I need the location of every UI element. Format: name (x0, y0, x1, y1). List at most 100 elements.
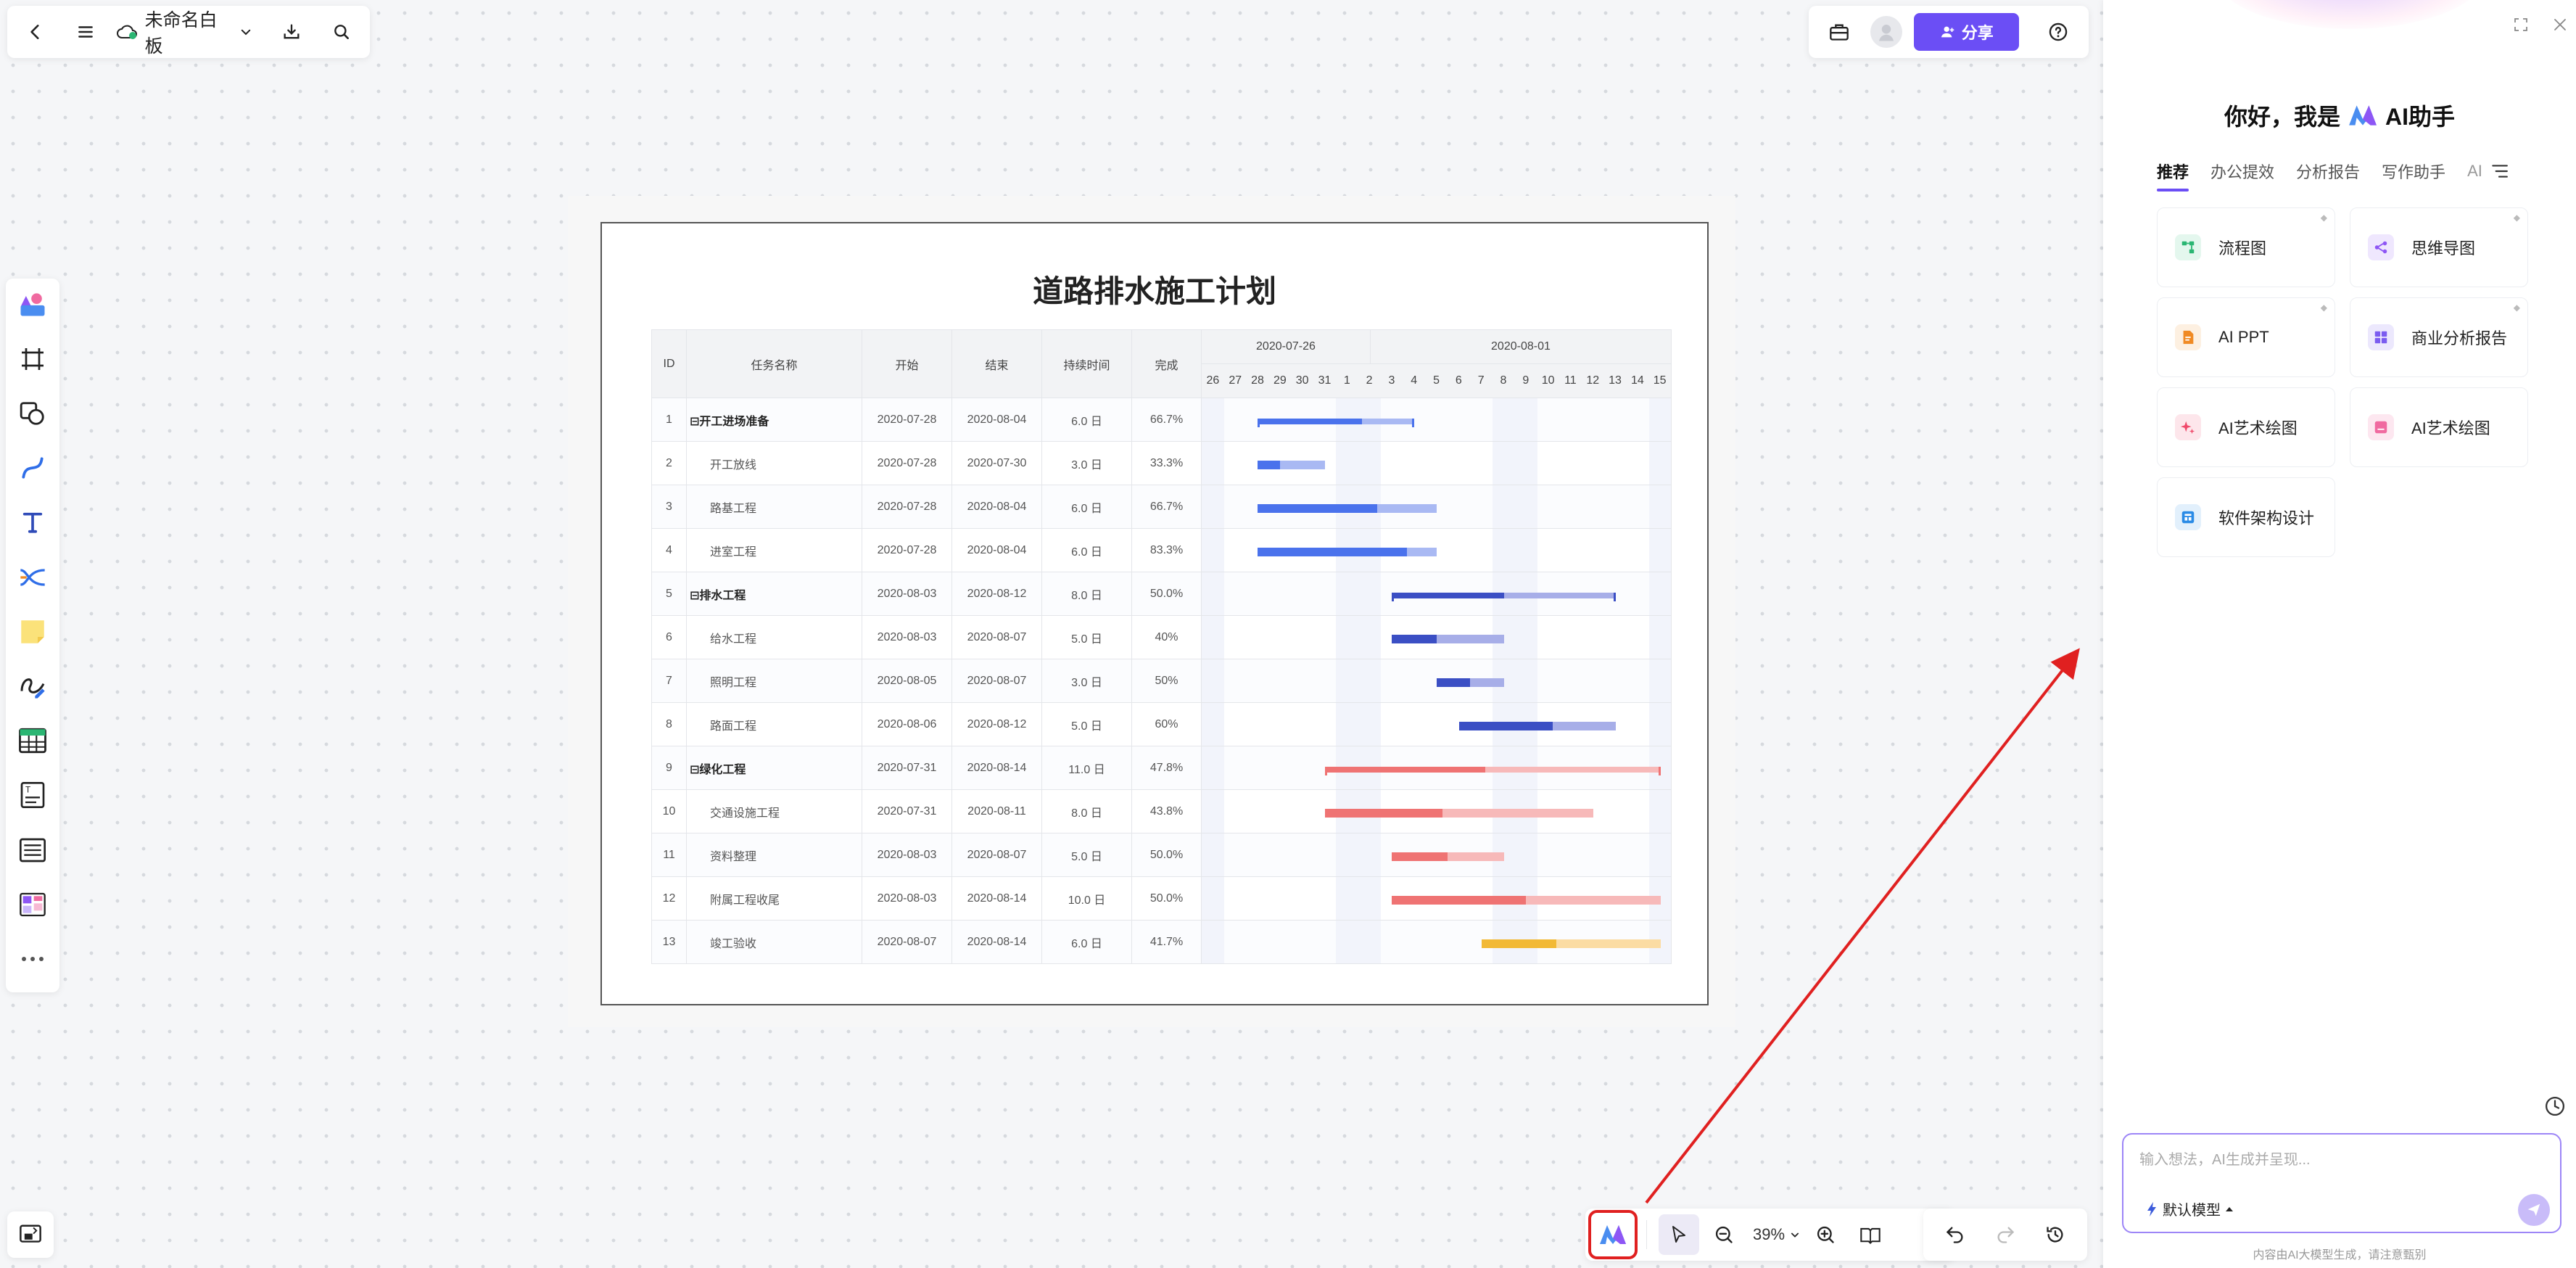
gantt-bar-progress[interactable] (1392, 593, 1504, 598)
zoom-level-select[interactable]: 39% (1749, 1225, 1801, 1244)
weekend-shade (1649, 659, 1671, 702)
connector-tool-icon[interactable] (11, 447, 54, 490)
tab-recommend[interactable]: 推荐 (2157, 160, 2189, 192)
expand-icon[interactable] (2512, 16, 2530, 33)
more-tools-icon[interactable] (11, 938, 54, 981)
table-row[interactable]: 9 ⊟绿化工程 2020-07-31 2020-08-14 11.0 日 47.8% (651, 746, 1672, 790)
lightning-icon (2145, 1201, 2158, 1217)
pin-icon[interactable]: ◆ (2321, 213, 2327, 223)
board-title-group[interactable]: 未命名白板 (116, 6, 253, 58)
ai-card[interactable]: 思维导图 ◆ (2350, 207, 2528, 287)
cell-duration: 8.0 日 (1041, 572, 1132, 616)
history-icon[interactable] (2035, 1214, 2076, 1255)
table-row[interactable]: 5 ⊟排水工程 2020-08-03 2020-08-12 8.0 日 50.0% (651, 572, 1672, 616)
table-row[interactable]: 7 照明工程 2020-08-05 2020-08-07 3.0 日 50% (651, 659, 1672, 703)
day-label: 15 (1653, 374, 1667, 387)
kanban-tool-icon[interactable] (11, 884, 54, 926)
gantt-bar-progress[interactable] (1258, 461, 1280, 469)
zoom-in-icon[interactable] (1805, 1214, 1846, 1255)
table-tool-icon[interactable] (11, 720, 54, 762)
tab-ai[interactable]: AI (2467, 162, 2482, 189)
undo-icon[interactable] (1935, 1214, 1976, 1255)
sticky-note-icon[interactable] (11, 610, 54, 653)
ai-prompt-input[interactable] (2139, 1152, 2502, 1169)
table-row[interactable]: 3 路基工程 2020-07-28 2020-08-04 6.0 日 66.7% (651, 485, 1672, 529)
cell-timeline (1201, 833, 1672, 877)
tab-writing-assistant[interactable]: 写作助手 (2382, 160, 2445, 192)
frame-tool-icon[interactable] (11, 337, 54, 380)
text-tool-icon[interactable] (11, 501, 54, 544)
tab-office[interactable]: 办公提效 (2210, 160, 2274, 192)
cell-complete: 41.7% (1131, 920, 1202, 964)
send-button[interactable] (2518, 1194, 2550, 1226)
weekend-shade (1202, 833, 1224, 876)
gantt-bar-progress[interactable] (1458, 722, 1553, 730)
chevron-down-icon[interactable] (239, 25, 252, 38)
zoom-out-icon[interactable] (1704, 1214, 1744, 1255)
toolbox-icon[interactable] (1819, 12, 1859, 52)
ai-card[interactable]: 流程图 ◆ (2157, 207, 2335, 287)
gantt-bar-progress[interactable] (1437, 678, 1471, 687)
menu-icon[interactable] (66, 12, 106, 52)
text-card-icon[interactable]: T (11, 774, 54, 817)
help-icon[interactable] (2038, 12, 2078, 52)
collaborator-avatar[interactable] (1867, 12, 1907, 52)
cell-id: 11 (651, 833, 687, 877)
table-row[interactable]: 1 ⊟开工进场准备 2020-07-28 2020-08-04 6.0 日 66.7% (651, 398, 1672, 442)
mindmap-tool-icon[interactable] (11, 556, 54, 598)
gantt-bar-progress[interactable] (1392, 852, 1448, 861)
ai-card[interactable]: AI PPT ◆ (2157, 297, 2335, 377)
gantt-bar-progress[interactable] (1392, 896, 1527, 905)
table-row[interactable]: 6 给水工程 2020-08-03 2020-08-07 5.0 日 40% (651, 615, 1672, 659)
close-icon[interactable] (2551, 16, 2569, 33)
gantt-bar-progress[interactable] (1258, 548, 1407, 556)
model-select[interactable]: 默认模型 (2145, 1198, 2234, 1219)
gantt-bar-progress[interactable] (1392, 635, 1437, 643)
template-library-icon[interactable] (11, 283, 54, 326)
tab-analysis-report[interactable]: 分析报告 (2296, 160, 2360, 192)
weekend-shade (1336, 659, 1381, 702)
weekend-shade (1336, 921, 1381, 963)
pin-icon[interactable]: ◆ (2514, 302, 2520, 313)
table-row[interactable]: 12 附属工程收尾 2020-08-03 2020-08-14 10.0 日 50.0% (651, 876, 1672, 921)
ai-card[interactable]: AI艺术绘图 (2350, 387, 2528, 467)
cell-task-name: 开工放线 (686, 441, 862, 485)
gantt-document[interactable]: 道路排水施工计划 ID 任务名称 开始 结束 持续时间 完成 2020-07-2… (600, 222, 1709, 1005)
download-icon[interactable] (271, 12, 311, 52)
left-tool-rail: T (6, 279, 59, 992)
history-clock-icon[interactable] (2544, 1095, 2566, 1117)
gantt-bar-progress[interactable] (1481, 939, 1556, 948)
pin-icon[interactable]: ◆ (2514, 213, 2520, 223)
table-row[interactable]: 4 进室工程 2020-07-28 2020-08-04 6.0 日 83.3% (651, 528, 1672, 572)
table-row[interactable]: 8 路面工程 2020-08-06 2020-08-12 5.0 日 60% (651, 702, 1672, 746)
share-button[interactable]: 分享 (1914, 13, 2020, 51)
gantt-bar-progress[interactable] (1258, 419, 1363, 424)
table-row[interactable]: 11 资料整理 2020-08-03 2020-08-07 5.0 日 50.0% (651, 833, 1672, 877)
shape-tool-icon[interactable] (11, 392, 54, 435)
list-tool-icon[interactable] (11, 828, 54, 871)
cell-end: 2020-08-07 (951, 615, 1042, 659)
table-row[interactable]: 2 开工放线 2020-07-28 2020-07-30 3.0 日 33.3% (651, 441, 1672, 485)
gantt-bar-progress[interactable] (1324, 767, 1485, 773)
pen-tool-icon[interactable] (11, 665, 54, 708)
select-cursor-button[interactable] (1659, 1214, 1699, 1255)
ai-assistant-button[interactable] (1588, 1210, 1638, 1259)
weekend-shade (1649, 398, 1671, 441)
weekend-shade (1202, 921, 1224, 963)
summary-bar-cap (1613, 593, 1616, 601)
pin-icon[interactable]: ◆ (2321, 302, 2327, 313)
ai-card[interactable]: AI艺术绘图 (2157, 387, 2335, 467)
search-icon[interactable] (321, 12, 361, 52)
gantt-bar-progress[interactable] (1324, 809, 1442, 818)
board-title[interactable]: 未命名白板 (145, 6, 233, 58)
back-icon[interactable] (16, 12, 56, 52)
tabs-list-icon[interactable] (2490, 163, 2509, 188)
redo-icon[interactable] (1985, 1214, 2026, 1255)
table-row[interactable]: 10 交通设施工程 2020-07-31 2020-08-11 8.0 日 43.8% (651, 789, 1672, 833)
reading-mode-icon[interactable] (1850, 1214, 1891, 1255)
ai-card[interactable]: 商业分析报告 ◆ (2350, 297, 2528, 377)
gantt-bar-progress[interactable] (1258, 504, 1377, 513)
minimap-toggle[interactable] (7, 1211, 54, 1258)
ai-card[interactable]: 软件架构设计 (2157, 477, 2335, 557)
table-row[interactable]: 13 竣工验收 2020-08-07 2020-08-14 6.0 日 41.7% (651, 920, 1672, 964)
